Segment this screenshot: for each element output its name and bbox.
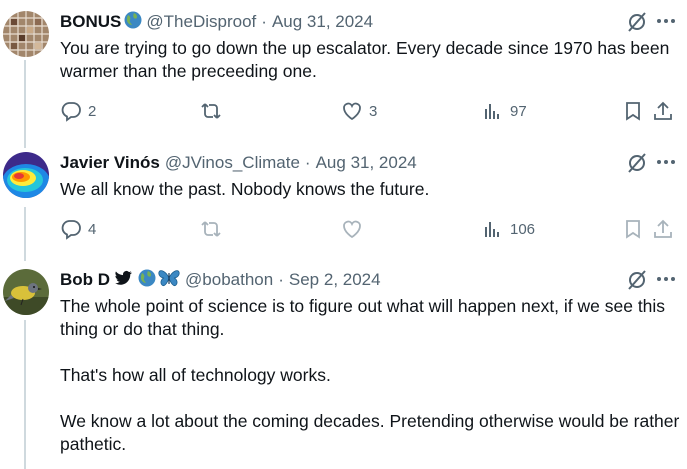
repost-button[interactable] xyxy=(200,218,228,240)
action-bar: 2 3 97 xyxy=(60,100,680,124)
avatar[interactable] xyxy=(3,152,49,198)
display-name[interactable]: Javier Vinós xyxy=(60,153,160,173)
tweet-paragraph: The whole point of science is to figure … xyxy=(60,296,666,339)
analytics-icon xyxy=(485,222,499,237)
bookmark-button[interactable] xyxy=(622,218,644,240)
tweet[interactable]: Javier Vinós @JVinos_Climate · Aug 31, 2… xyxy=(0,152,687,252)
tweet-paragraph: We know a lot about the coming decades. … xyxy=(60,411,680,454)
like-count: 3 xyxy=(369,102,378,120)
bookmark-icon xyxy=(626,220,640,239)
tweet-text: We all know the past. Nobody knows the f… xyxy=(60,178,680,201)
heart-icon xyxy=(343,220,361,239)
views-button[interactable]: 97 xyxy=(482,100,527,122)
view-count: 106 xyxy=(510,220,536,238)
handle[interactable]: @TheDisproof xyxy=(146,12,256,32)
avatar[interactable] xyxy=(3,269,49,315)
timestamp[interactable]: Sep 2, 2024 xyxy=(289,270,381,290)
repost-button[interactable] xyxy=(200,100,228,122)
tweet[interactable]: Bob D @bobathon · Sep 2, 2024 The whole … xyxy=(0,269,687,469)
repost-icon xyxy=(201,221,221,237)
tweet-header: Bob D @bobathon · Sep 2, 2024 xyxy=(60,269,381,291)
tweet-text: You are trying to go down the up escalat… xyxy=(60,37,680,83)
tweet-header: BONUS @TheDisproof · Aug 31, 2024 xyxy=(60,11,373,33)
more-options-icon[interactable] xyxy=(656,9,676,38)
tweet-paragraph: You are trying to go down the up escalat… xyxy=(60,38,670,81)
tweet[interactable]: BONUS @TheDisproof · Aug 31, 2024 You ar… xyxy=(0,11,687,131)
grok-icon[interactable] xyxy=(626,11,648,38)
handle[interactable]: @JVinos_Climate xyxy=(165,153,300,173)
handle[interactable]: @bobathon xyxy=(185,270,273,290)
tweet-paragraph: We all know the past. Nobody knows the f… xyxy=(60,179,430,199)
like-button[interactable]: 3 xyxy=(341,100,377,122)
share-icon xyxy=(654,219,672,238)
separator-dot: · xyxy=(261,12,267,31)
tweet-header: Javier Vinós @JVinos_Climate · Aug 31, 2… xyxy=(60,152,417,174)
share-icon xyxy=(654,101,672,120)
reply-button[interactable]: 2 xyxy=(60,100,96,122)
display-name[interactable]: Bob D xyxy=(60,270,110,290)
globe-emoji xyxy=(138,269,156,292)
globe-emoji xyxy=(124,11,142,34)
share-button[interactable] xyxy=(652,218,674,240)
bookmark-icon xyxy=(626,102,640,121)
more-options-icon[interactable] xyxy=(656,150,676,179)
view-count: 97 xyxy=(510,102,527,120)
reply-icon xyxy=(61,102,81,122)
heart-icon xyxy=(343,102,361,121)
reply-count: 2 xyxy=(88,102,97,120)
reply-icon xyxy=(61,220,81,240)
more-options-icon[interactable] xyxy=(656,267,676,296)
timestamp[interactable]: Aug 31, 2024 xyxy=(272,12,373,32)
butterfly-emoji xyxy=(158,269,180,292)
avatar[interactable] xyxy=(3,11,49,57)
tweet-paragraph: That's how all of technology works. xyxy=(60,365,331,385)
bird-icon xyxy=(115,270,133,291)
views-button[interactable]: 106 xyxy=(482,218,535,240)
reply-count: 4 xyxy=(88,220,97,238)
separator-dot: · xyxy=(304,153,311,172)
action-bar: 4 106 xyxy=(60,218,680,242)
bookmark-button[interactable] xyxy=(622,100,644,122)
grok-icon[interactable] xyxy=(626,152,648,179)
timestamp[interactable]: Aug 31, 2024 xyxy=(316,153,417,173)
repost-icon xyxy=(201,103,221,119)
share-button[interactable] xyxy=(652,100,674,122)
grok-icon[interactable] xyxy=(626,269,648,296)
like-button[interactable] xyxy=(341,218,369,240)
tweet-text: The whole point of science is to figure … xyxy=(60,295,680,456)
analytics-icon xyxy=(485,104,499,119)
reply-button[interactable]: 4 xyxy=(60,218,96,240)
separator-dot: · xyxy=(278,270,284,289)
display-name[interactable]: BONUS xyxy=(60,12,121,32)
